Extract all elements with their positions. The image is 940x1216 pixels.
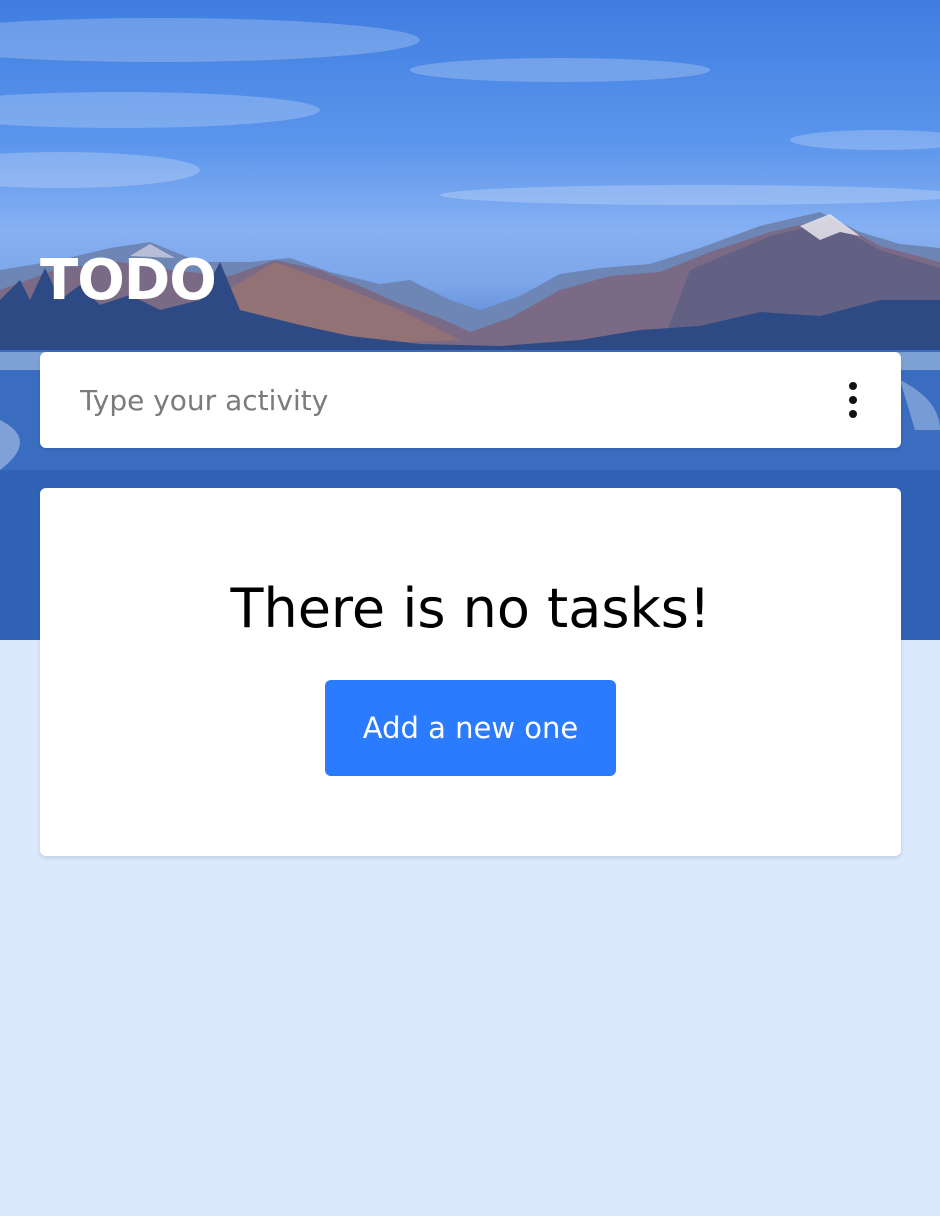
app-title: TODO — [40, 248, 217, 313]
empty-state-message: There is no tasks! — [230, 577, 711, 640]
more-options-button[interactable] — [835, 378, 871, 422]
task-list-card: There is no tasks! Add a new one — [40, 488, 901, 856]
more-vertical-icon — [849, 410, 857, 418]
more-vertical-icon — [849, 396, 857, 404]
activity-input[interactable] — [80, 376, 800, 424]
new-task-bar — [40, 352, 901, 448]
add-task-button[interactable]: Add a new one — [325, 680, 616, 776]
more-vertical-icon — [849, 382, 857, 390]
